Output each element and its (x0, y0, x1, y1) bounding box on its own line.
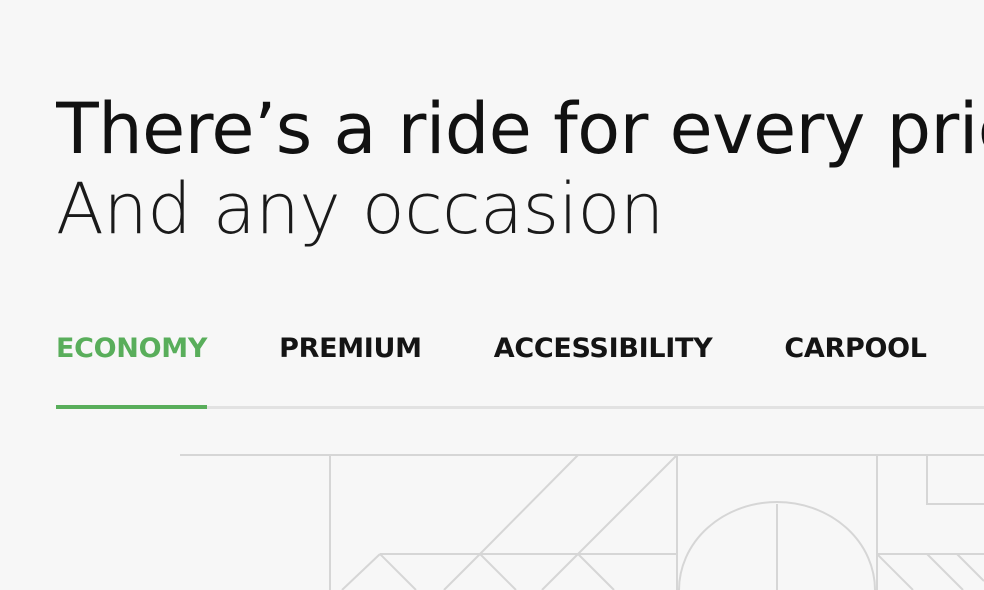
tab-premium[interactable]: PREMIUM (279, 326, 422, 406)
city-line-art-illustration (180, 454, 984, 590)
ride-type-tabs: ECONOMY PREMIUM ACCESSIBILITY CARPOOL (56, 326, 984, 409)
hero-headline: There’s a ride for every price (56, 88, 984, 170)
tab-carpool[interactable]: CARPOOL (784, 326, 927, 406)
tab-accessibility[interactable]: ACCESSIBILITY (494, 326, 713, 406)
hero-subheadline: And any occasion (56, 168, 664, 250)
hero-section: There’s a ride for every price And any o… (56, 86, 984, 252)
geometric-illustration (0, 440, 984, 590)
tab-economy[interactable]: ECONOMY (56, 326, 207, 409)
